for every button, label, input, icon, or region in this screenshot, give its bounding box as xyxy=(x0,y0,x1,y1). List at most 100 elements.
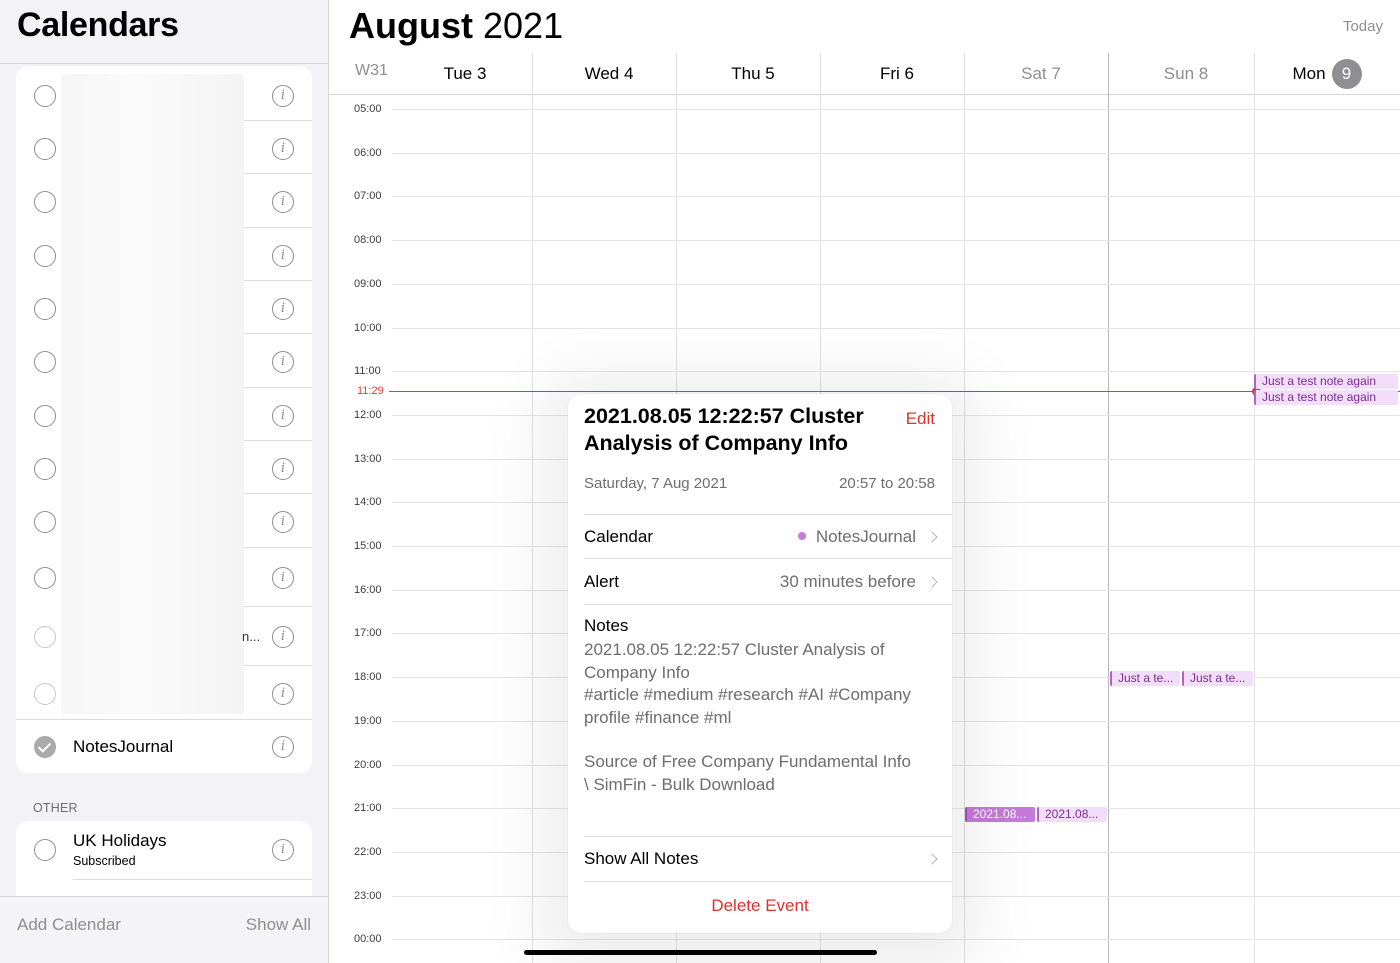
month-name: August xyxy=(349,5,473,46)
hour-gridline xyxy=(392,153,1400,154)
info-icon[interactable]: i xyxy=(272,511,294,533)
info-icon[interactable]: i xyxy=(272,351,294,373)
calendar-row[interactable]: i xyxy=(16,388,312,441)
today-day-label: Mon xyxy=(1292,64,1326,83)
sidebar-title: Calendars xyxy=(17,6,179,44)
add-calendar-button[interactable]: Add Calendar xyxy=(17,915,121,935)
calendar-row[interactable]: i xyxy=(16,281,312,334)
hour-label: 17:00 xyxy=(354,627,382,639)
show-all-button[interactable]: Show All xyxy=(246,915,311,935)
calendar-row-uk-holidays[interactable]: UK Holidays Subscribed i xyxy=(16,821,312,880)
calendar-row[interactable]: i xyxy=(16,174,312,228)
event-chip[interactable]: Just a test note again xyxy=(1254,390,1398,405)
delete-event-button[interactable]: Delete Event xyxy=(568,896,952,916)
divider xyxy=(0,63,328,64)
week-divider xyxy=(1108,53,1109,963)
event-chip[interactable]: Just a te... xyxy=(1110,671,1180,686)
calendar-toggle[interactable] xyxy=(34,683,56,705)
chevron-right-icon xyxy=(926,853,938,865)
day-header-thu[interactable]: Thu 5 xyxy=(681,53,825,94)
calendar-toggle[interactable] xyxy=(34,458,56,480)
day-column-divider xyxy=(964,53,965,963)
hour-label: 05:00 xyxy=(354,103,382,115)
divider xyxy=(584,836,952,837)
home-indicator xyxy=(524,950,877,955)
week-number: W31 xyxy=(355,62,388,79)
calendar-toggle[interactable] xyxy=(34,298,56,320)
calendar-row[interactable]: i xyxy=(16,666,312,720)
calendar-row-notesjournal[interactable]: NotesJournal i xyxy=(16,720,312,773)
checkmark-icon[interactable] xyxy=(34,736,56,758)
info-icon[interactable]: i xyxy=(272,567,294,589)
hour-label: 20:00 xyxy=(354,759,382,771)
divider xyxy=(584,881,952,882)
calendar-list: i i i i i i i i i i n... i i NotesJourna… xyxy=(16,66,312,773)
info-icon[interactable]: i xyxy=(272,626,294,648)
calendar-toggle[interactable] xyxy=(34,405,56,427)
hour-label: 15:00 xyxy=(354,540,382,552)
day-header-tue[interactable]: Tue 3 xyxy=(393,53,537,94)
calendar-row[interactable]: i xyxy=(16,121,312,174)
info-icon[interactable]: i xyxy=(272,839,294,861)
hour-label: 12:00 xyxy=(354,409,382,421)
calendar-toggle[interactable] xyxy=(34,839,56,861)
info-icon[interactable]: i xyxy=(272,683,294,705)
event-chip[interactable]: Just a te... xyxy=(1182,671,1253,686)
hour-label: 10:00 xyxy=(354,322,382,334)
calendar-toggle[interactable] xyxy=(34,626,56,648)
calendar-row[interactable]: i xyxy=(16,441,312,494)
event-chip-selected[interactable]: 2021.08... xyxy=(965,807,1035,822)
day-header-fri[interactable]: Fri 6 xyxy=(825,53,969,94)
calendar-toggle[interactable] xyxy=(34,351,56,373)
info-icon[interactable]: i xyxy=(272,736,294,758)
event-date: Saturday, 7 Aug 2021 xyxy=(584,475,728,492)
today-date-badge: 9 xyxy=(1331,58,1362,89)
calendar-row-value: NotesJournal xyxy=(797,527,916,547)
hour-label: 19:00 xyxy=(354,715,382,727)
calendar-row[interactable]: n... i xyxy=(16,607,312,666)
hour-label: 23:00 xyxy=(354,890,382,902)
calendar-toggle[interactable] xyxy=(34,85,56,107)
calendar-name-truncated: n... xyxy=(242,629,261,644)
calendar-toggle[interactable] xyxy=(34,138,56,160)
current-time-line xyxy=(389,391,1400,392)
day-column-divider xyxy=(532,53,533,963)
calendar-row[interactable]: i xyxy=(16,68,312,121)
calendar-row[interactable]: i xyxy=(16,548,312,607)
day-header-sat[interactable]: Sat 7 xyxy=(969,53,1113,94)
hour-gridline xyxy=(392,196,1400,197)
hour-label: 13:00 xyxy=(354,453,382,465)
hour-label: 09:00 xyxy=(354,278,382,290)
info-icon[interactable]: i xyxy=(272,298,294,320)
calendar-toggle[interactable] xyxy=(34,245,56,267)
current-time-label: 11:29 xyxy=(357,385,384,397)
calendar-row[interactable]: i xyxy=(16,494,312,548)
calendar-row[interactable]: i xyxy=(16,228,312,281)
calendar-toggle[interactable] xyxy=(34,511,56,533)
day-header-mon-today[interactable]: Mon 9 xyxy=(1255,53,1399,94)
hour-label: 18:00 xyxy=(354,671,382,683)
hour-gridline xyxy=(392,284,1400,285)
calendar-row[interactable]: i xyxy=(16,334,312,388)
event-chip[interactable]: 2021.08... xyxy=(1037,807,1107,822)
day-header-sun[interactable]: Sun 8 xyxy=(1114,53,1258,94)
info-icon[interactable]: i xyxy=(272,245,294,267)
notes-line: Source of Free Company Fundamental Info xyxy=(584,752,911,771)
hour-label: 21:00 xyxy=(354,802,382,814)
chevron-right-icon xyxy=(926,576,938,588)
info-icon[interactable]: i xyxy=(272,85,294,107)
day-header-wed[interactable]: Wed 4 xyxy=(537,53,681,94)
hour-gridline xyxy=(392,328,1400,329)
edit-button[interactable]: Edit xyxy=(906,409,935,429)
event-chip[interactable]: Just a test note again xyxy=(1254,374,1398,389)
info-icon[interactable]: i xyxy=(272,191,294,213)
hour-gridline xyxy=(392,371,1400,372)
info-icon[interactable]: i xyxy=(272,458,294,480)
info-icon[interactable]: i xyxy=(272,405,294,427)
hour-label: 06:00 xyxy=(354,147,382,159)
today-button[interactable]: Today xyxy=(1343,18,1383,35)
calendar-toggle[interactable] xyxy=(34,191,56,213)
divider xyxy=(584,604,952,605)
calendar-toggle[interactable] xyxy=(34,567,56,589)
info-icon[interactable]: i xyxy=(272,138,294,160)
